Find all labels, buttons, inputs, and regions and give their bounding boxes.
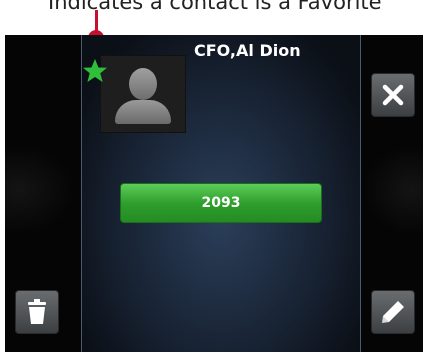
contact-card: CFO,Al Dion 2093 [82, 35, 360, 352]
edit-contact-button[interactable] [371, 290, 415, 334]
star-icon [83, 59, 107, 82]
avatar-head [129, 68, 157, 100]
left-action-panel [5, 35, 82, 352]
trash-icon [28, 299, 46, 324]
contact-detail-figure: Indicates a contact is a Favorite CFO,Al… [0, 0, 428, 352]
dial-number-button[interactable]: 2093 [120, 183, 322, 223]
avatar-body [115, 100, 171, 124]
phone-screen: CFO,Al Dion 2093 [5, 35, 423, 352]
favorite-callout-text: Indicates a contact is a Favorite [48, 0, 382, 14]
pencil-icon [382, 301, 404, 323]
delete-contact-button[interactable] [15, 290, 59, 334]
favorite-callout-line [95, 10, 98, 32]
close-icon [382, 84, 404, 106]
avatar [100, 55, 186, 133]
close-button[interactable] [371, 73, 415, 117]
contact-name: CFO,Al Dion [194, 41, 301, 60]
right-action-panel [360, 35, 423, 352]
